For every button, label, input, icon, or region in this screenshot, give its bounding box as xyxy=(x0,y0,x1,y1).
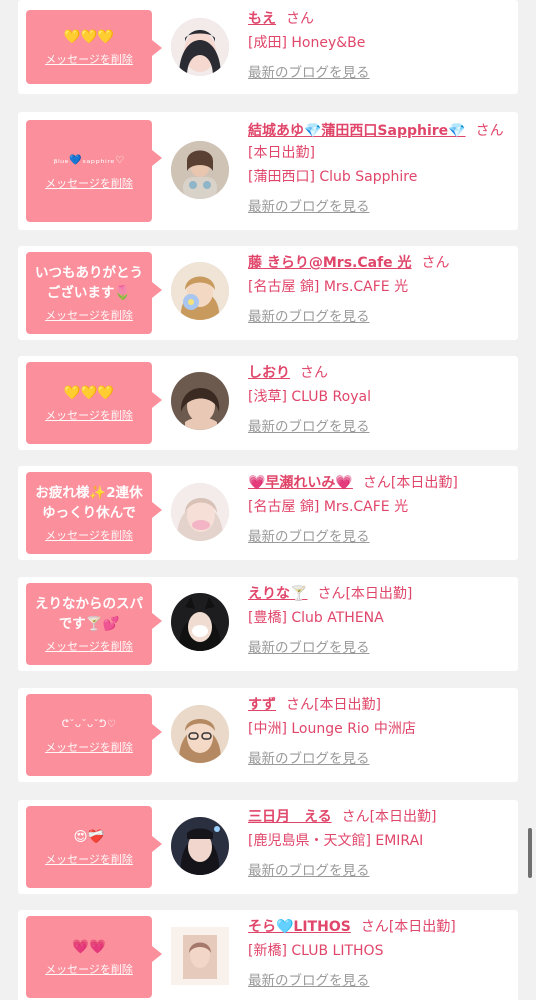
cast-name-link[interactable]: しおり xyxy=(248,365,290,381)
message-card: 💗💗 メッセージを削除 そら🩵LITHOS さん[本日出勤] [新橋] CLUB … xyxy=(18,910,518,1000)
delete-message-link[interactable]: メッセージを削除 xyxy=(45,307,133,323)
message-bubble: いつもありがとうございます🌷 メッセージを削除 xyxy=(26,252,162,334)
honorific-label: さん xyxy=(475,123,504,139)
shop-name: [名古屋 錦] Mrs.CAFE 光 xyxy=(248,279,409,295)
cast-name-link[interactable]: 藤 きらり@Mrs.Cafe 光 xyxy=(248,255,412,271)
delete-message-link[interactable]: メッセージを削除 xyxy=(45,407,133,423)
scrollbar-thumb[interactable] xyxy=(528,828,532,878)
avatar[interactable] xyxy=(171,262,229,320)
honorific-label: さん xyxy=(362,475,391,491)
honorific-label: さん xyxy=(341,809,370,825)
latest-blog-link[interactable]: 最新のブログを見る xyxy=(248,416,370,438)
honorific-label: さん xyxy=(360,919,389,935)
message-text: 😍❤️‍🩹 xyxy=(73,829,105,845)
shop-name: [名古屋 錦] Mrs.CAFE 光 xyxy=(248,499,409,515)
delete-message-link[interactable]: メッセージを削除 xyxy=(45,638,133,654)
delete-message-link[interactable]: メッセージを削除 xyxy=(45,51,133,67)
latest-blog-link[interactable]: 最新のブログを見る xyxy=(248,860,370,882)
cast-info: しおり さん [浅草] CLUB Royal 最新のブログを見る xyxy=(248,362,508,438)
shop-name: [中洲] Lounge Rio 中洲店 xyxy=(248,721,416,737)
avatar[interactable] xyxy=(171,18,229,76)
latest-blog-link[interactable]: 最新のブログを見る xyxy=(248,526,370,548)
cast-info: そら🩵LITHOS さん[本日出勤] [新橋] CLUB LITHOS 最新のブロ… xyxy=(248,916,508,992)
delete-message-link[interactable]: メッセージを削除 xyxy=(45,739,133,755)
latest-blog-link[interactable]: 最新のブログを見る xyxy=(248,748,370,770)
message-bubble: お疲れ様✨2連休ゆっくり休んで メッセージを削除 xyxy=(26,472,162,554)
cast-info: もえ さん [成田] Honey&Be 最新のブログを見る xyxy=(248,8,508,84)
honorific-label: さん xyxy=(421,255,450,271)
cast-info: 藤 きらり@Mrs.Cafe 光さん [名古屋 錦] Mrs.CAFE 光 最新… xyxy=(248,252,508,328)
shop-name: [鹿児島県・天文館] EMIRAI xyxy=(248,833,424,849)
cast-info: 三日月 える さん[本日出勤] [鹿児島県・天文館] EMIRAI 最新のブログを… xyxy=(248,806,508,882)
status-label: [本日出勤] xyxy=(369,809,437,825)
message-text: 💛💛💛 xyxy=(63,385,115,401)
avatar[interactable] xyxy=(171,817,229,875)
cast-name-link[interactable]: えりな🍸 xyxy=(248,586,307,602)
message-card: ᵦₗᵤₑ💙ₛₐₚₚₕᵢᵣₑ♡ メッセージを削除 結城あゆ💎蒲田西口Sapphir… xyxy=(18,112,518,230)
shop-name: [成田] Honey&Be xyxy=(248,35,366,51)
honorific-label: さん xyxy=(286,11,314,27)
message-bubble: えりなからのスパです🍸💕 メッセージを削除 xyxy=(26,583,162,665)
avatar[interactable] xyxy=(171,705,229,763)
delete-message-link[interactable]: メッセージを削除 xyxy=(45,851,133,867)
avatar[interactable] xyxy=(171,372,229,430)
cast-name-link[interactable]: もえ xyxy=(248,11,276,27)
message-card: 😍❤️‍🩹 メッセージを削除 三日月 える さん[本日出勤] [鹿児島県・天文館]… xyxy=(18,800,518,894)
shop-name: [新橋] CLUB LITHOS xyxy=(248,943,384,959)
cast-name-link[interactable]: 💗早瀬れいみ💗 xyxy=(248,475,353,491)
message-bubble: 💛💛💛 メッセージを削除 xyxy=(26,10,162,84)
honorific-label: さん xyxy=(286,697,314,713)
message-text: 💛💛💛 xyxy=(63,29,115,45)
message-list: 💛💛💛 メッセージを削除 もえ さん [成田] Honey&Be 最新のブログを見… xyxy=(0,0,536,1000)
latest-blog-link[interactable]: 最新のブログを見る xyxy=(248,196,370,218)
latest-blog-link[interactable]: 最新のブログを見る xyxy=(248,637,370,659)
cast-info: すず さん[本日出勤] [中洲] Lounge Rio 中洲店 最新のブログを見る xyxy=(248,694,508,770)
message-text: ᵦₗᵤₑ💙ₛₐₚₚₕᵢᵣₑ♡ xyxy=(53,155,125,166)
message-card: 💛💛💛 メッセージを削除 しおり さん [浅草] CLUB Royal 最新のブロ… xyxy=(18,356,518,450)
message-text: お疲れ様✨2連休ゆっくり休んで xyxy=(35,485,143,521)
avatar[interactable] xyxy=(171,927,229,985)
message-text: いつもありがとうございます🌷 xyxy=(35,265,143,301)
honorific-label: さん xyxy=(317,586,346,602)
cast-info: 結城あゆ💎蒲田西口Sapphire💎 さん [本日出勤] [蒲田西口] Club S… xyxy=(248,120,508,218)
delete-message-link[interactable]: メッセージを削除 xyxy=(45,175,133,191)
shop-name: [浅草] CLUB Royal xyxy=(248,389,371,405)
message-text: えりなからのスパです🍸💕 xyxy=(35,596,143,632)
message-text: 💗💗 xyxy=(72,939,106,955)
cast-name-link[interactable]: そら🩵LITHOS xyxy=(248,919,351,935)
message-text: ᕦ˘ᴗ˘ᴗ˘ᕤ♡ xyxy=(61,719,117,730)
cast-name-link[interactable]: 三日月 える xyxy=(248,809,332,825)
avatar[interactable] xyxy=(171,141,229,199)
message-card: いつもありがとうございます🌷 メッセージを削除 藤 きらり@Mrs.Cafe 光… xyxy=(18,246,518,340)
honorific-label: さん xyxy=(300,365,328,381)
status-label: [本日出勤] xyxy=(345,586,413,602)
message-bubble: 💛💛💛 メッセージを削除 xyxy=(26,362,162,444)
status-label: [本日出勤] xyxy=(388,919,456,935)
message-card: お疲れ様✨2連休ゆっくり休んで メッセージを削除 💗早瀬れいみ💗 さん[本日出勤]… xyxy=(18,466,518,560)
cast-name-link[interactable]: 結城あゆ💎蒲田西口Sapphire💎 xyxy=(248,123,466,139)
cast-name-link[interactable]: すず xyxy=(248,697,276,713)
status-label: [本日出勤] xyxy=(314,697,381,713)
delete-message-link[interactable]: メッセージを削除 xyxy=(45,961,133,977)
message-bubble: ᵦₗᵤₑ💙ₛₐₚₚₕᵢᵣₑ♡ メッセージを削除 xyxy=(26,120,162,222)
status-label: [本日出勤] xyxy=(390,475,458,491)
message-card: ᕦ˘ᴗ˘ᴗ˘ᕤ♡ メッセージを削除 すず さん[本日出勤] [中洲] Lounge… xyxy=(18,688,518,782)
shop-name: [蒲田西口] Club Sapphire xyxy=(248,169,418,185)
latest-blog-link[interactable]: 最新のブログを見る xyxy=(248,970,370,992)
delete-message-link[interactable]: メッセージを削除 xyxy=(45,527,133,543)
shop-name: [豊橋] Club ATHENA xyxy=(248,610,384,626)
cast-info: 💗早瀬れいみ💗 さん[本日出勤] [名古屋 錦] Mrs.CAFE 光 最新のブロ… xyxy=(248,472,508,548)
message-bubble: 💗💗 メッセージを削除 xyxy=(26,916,162,998)
status-label: [本日出勤] xyxy=(248,145,315,161)
latest-blog-link[interactable]: 最新のブログを見る xyxy=(248,306,370,328)
message-card: 💛💛💛 メッセージを削除 もえ さん [成田] Honey&Be 最新のブログを見… xyxy=(18,0,518,94)
message-card: えりなからのスパです🍸💕 メッセージを削除 えりな🍸 さん[本日出勤] [豊橋] … xyxy=(18,577,518,671)
latest-blog-link[interactable]: 最新のブログを見る xyxy=(248,62,370,84)
cast-info: えりな🍸 さん[本日出勤] [豊橋] Club ATHENA 最新のブログを見る xyxy=(248,583,508,659)
message-bubble: 😍❤️‍🩹 メッセージを削除 xyxy=(26,806,162,888)
avatar[interactable] xyxy=(171,483,229,541)
avatar[interactable] xyxy=(171,593,229,651)
message-bubble: ᕦ˘ᴗ˘ᴗ˘ᕤ♡ メッセージを削除 xyxy=(26,694,162,776)
